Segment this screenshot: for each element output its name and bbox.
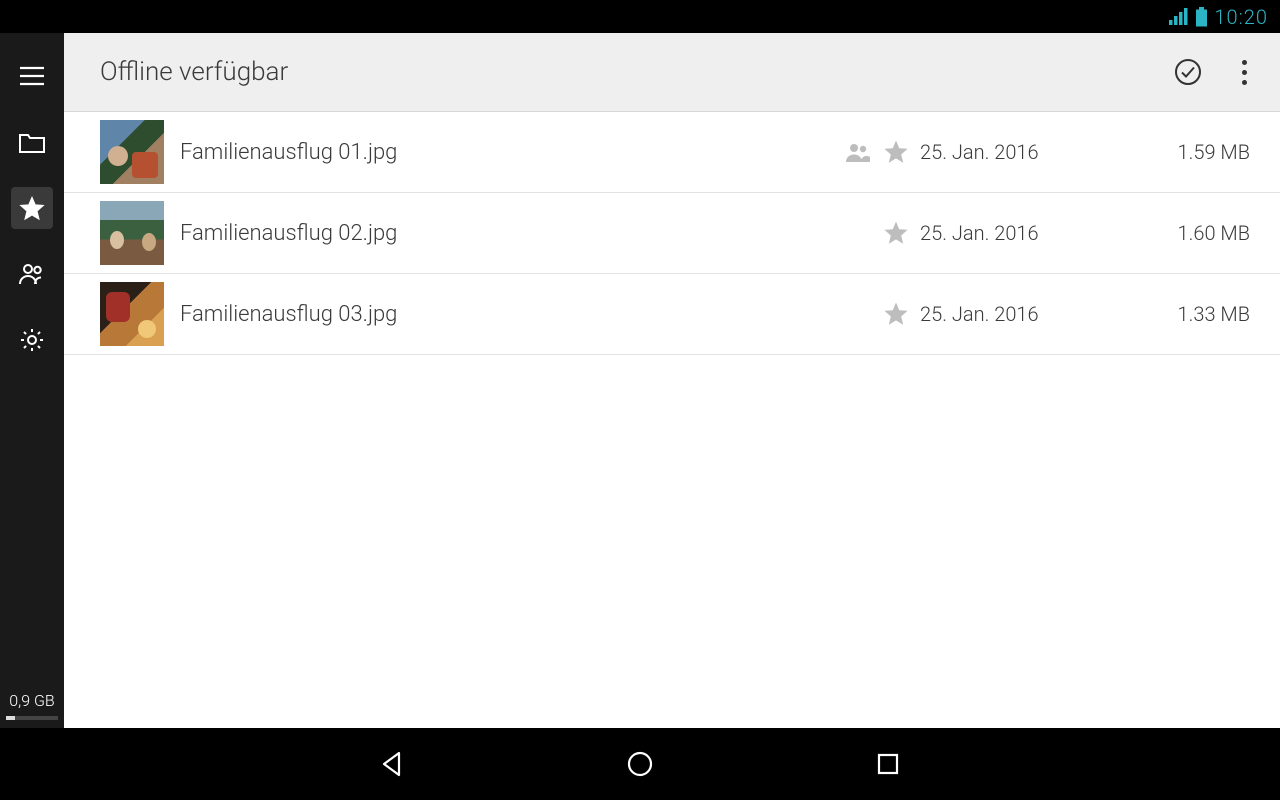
file-row[interactable]: Familienausflug 01.jpg 25. Jan. 20161.59 … xyxy=(64,112,1280,193)
battery-icon xyxy=(1195,7,1208,27)
status-time: 10:20 xyxy=(1214,5,1268,29)
file-size: 1.59 MB xyxy=(1150,140,1250,164)
star-icon[interactable] xyxy=(882,219,910,247)
signal-icon xyxy=(1169,7,1189,27)
file-size: 1.33 MB xyxy=(1150,302,1250,326)
sidebar-item-settings[interactable] xyxy=(0,307,64,373)
main-pane: Offline verfügbar Familienausflug 01.jpg… xyxy=(64,33,1280,728)
star-icon[interactable] xyxy=(882,300,910,328)
overflow-menu-button[interactable] xyxy=(1216,44,1272,100)
android-navbar xyxy=(0,728,1280,800)
storage-label: 0,9 GB xyxy=(9,691,54,710)
file-date: 25. Jan. 2016 xyxy=(920,302,1150,326)
nav-home-button[interactable] xyxy=(616,740,664,788)
file-thumbnail xyxy=(100,201,164,265)
sidebar-item-folder[interactable] xyxy=(0,109,64,175)
file-date: 25. Jan. 2016 xyxy=(920,140,1150,164)
menu-button[interactable] xyxy=(0,43,64,109)
file-list: Familienausflug 01.jpg25. Jan. 20161.59 … xyxy=(64,112,1280,728)
file-name: Familienausflug 01.jpg xyxy=(180,140,397,165)
file-row[interactable]: Familienausflug 03.jpg 25. Jan. 20161.33 … xyxy=(64,274,1280,355)
sidebar: 0,9 GB xyxy=(0,33,64,728)
file-name: Familienausflug 03.jpg xyxy=(180,302,397,327)
status-bar: 10:20 xyxy=(0,0,1280,33)
file-date: 25. Jan. 2016 xyxy=(920,221,1150,245)
star-icon[interactable] xyxy=(882,138,910,166)
select-all-button[interactable] xyxy=(1160,44,1216,100)
sidebar-item-shared[interactable] xyxy=(0,241,64,307)
file-row[interactable]: Familienausflug 02.jpg 25. Jan. 20161.60 … xyxy=(64,193,1280,274)
toolbar: Offline verfügbar xyxy=(64,33,1280,112)
shared-icon xyxy=(844,138,872,166)
sidebar-item-favorites[interactable] xyxy=(0,175,64,241)
storage-bar xyxy=(6,716,58,720)
nav-recent-button[interactable] xyxy=(864,740,912,788)
file-thumbnail xyxy=(100,282,164,346)
file-name: Familienausflug 02.jpg xyxy=(180,221,397,246)
page-title: Offline verfügbar xyxy=(100,57,288,87)
file-thumbnail xyxy=(100,120,164,184)
file-size: 1.60 MB xyxy=(1150,221,1250,245)
more-vertical-icon xyxy=(1242,60,1247,85)
nav-back-button[interactable] xyxy=(368,740,416,788)
